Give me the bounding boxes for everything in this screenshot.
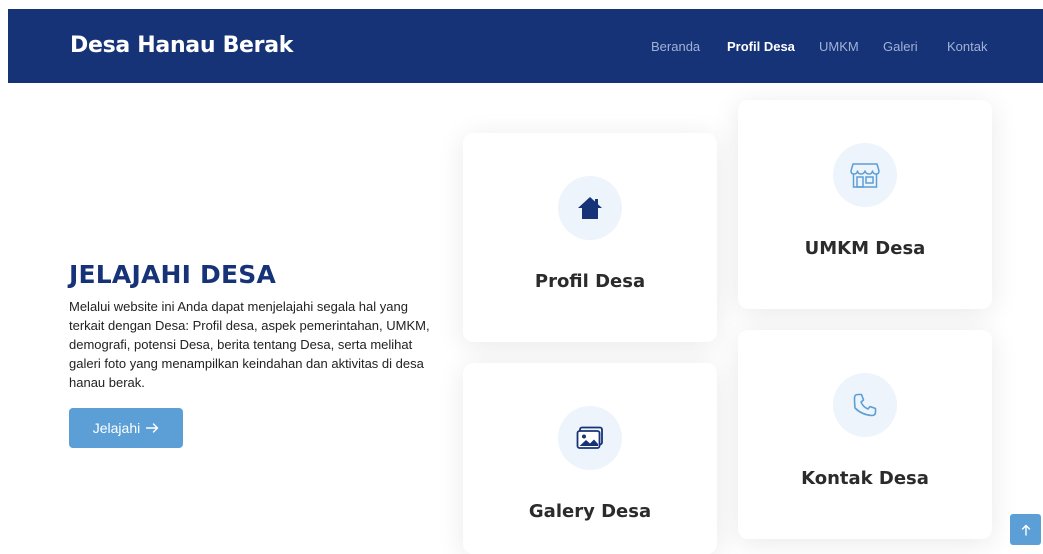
scroll-to-top-button[interactable] [1010, 514, 1041, 545]
card-title: Galery Desa [528, 501, 652, 522]
jelajahi-button[interactable]: Jelajahi [69, 408, 183, 448]
hero-title: JELAJAHI DESA [69, 260, 277, 289]
nav-link-galeri[interactable]: Galeri [883, 39, 918, 54]
card-galery-desa[interactable]: Galery Desa [463, 363, 717, 554]
card-title: UMKM Desa [804, 238, 926, 259]
jelajahi-button-label: Jelajahi [92, 420, 141, 436]
phone-icon [833, 373, 897, 437]
house-icon [558, 176, 622, 240]
card-title: Profil Desa [534, 271, 646, 292]
nav-link-kontak[interactable]: Kontak [947, 39, 987, 54]
navbar: Desa Hanau Berak Beranda Profil Desa UMK… [8, 9, 1043, 83]
card-profil-desa[interactable]: Profil Desa [463, 133, 717, 342]
arrow-up-icon [1021, 524, 1031, 536]
card-title: Kontak Desa [801, 468, 929, 489]
store-icon [833, 143, 897, 207]
arrow-right-icon [146, 423, 159, 433]
card-umkm-desa[interactable]: UMKM Desa [738, 100, 992, 309]
image-icon [558, 406, 622, 470]
nav-link-beranda[interactable]: Beranda [651, 39, 700, 54]
card-kontak-desa[interactable]: Kontak Desa [738, 330, 992, 539]
nav-link-profil-desa[interactable]: Profil Desa [727, 39, 795, 54]
nav-menu: Beranda Profil Desa UMKM Galeri Kontak [8, 39, 1043, 59]
hero-description: Melalui website ini Anda dapat menjelaja… [69, 299, 430, 390]
nav-link-umkm[interactable]: UMKM [819, 39, 859, 54]
